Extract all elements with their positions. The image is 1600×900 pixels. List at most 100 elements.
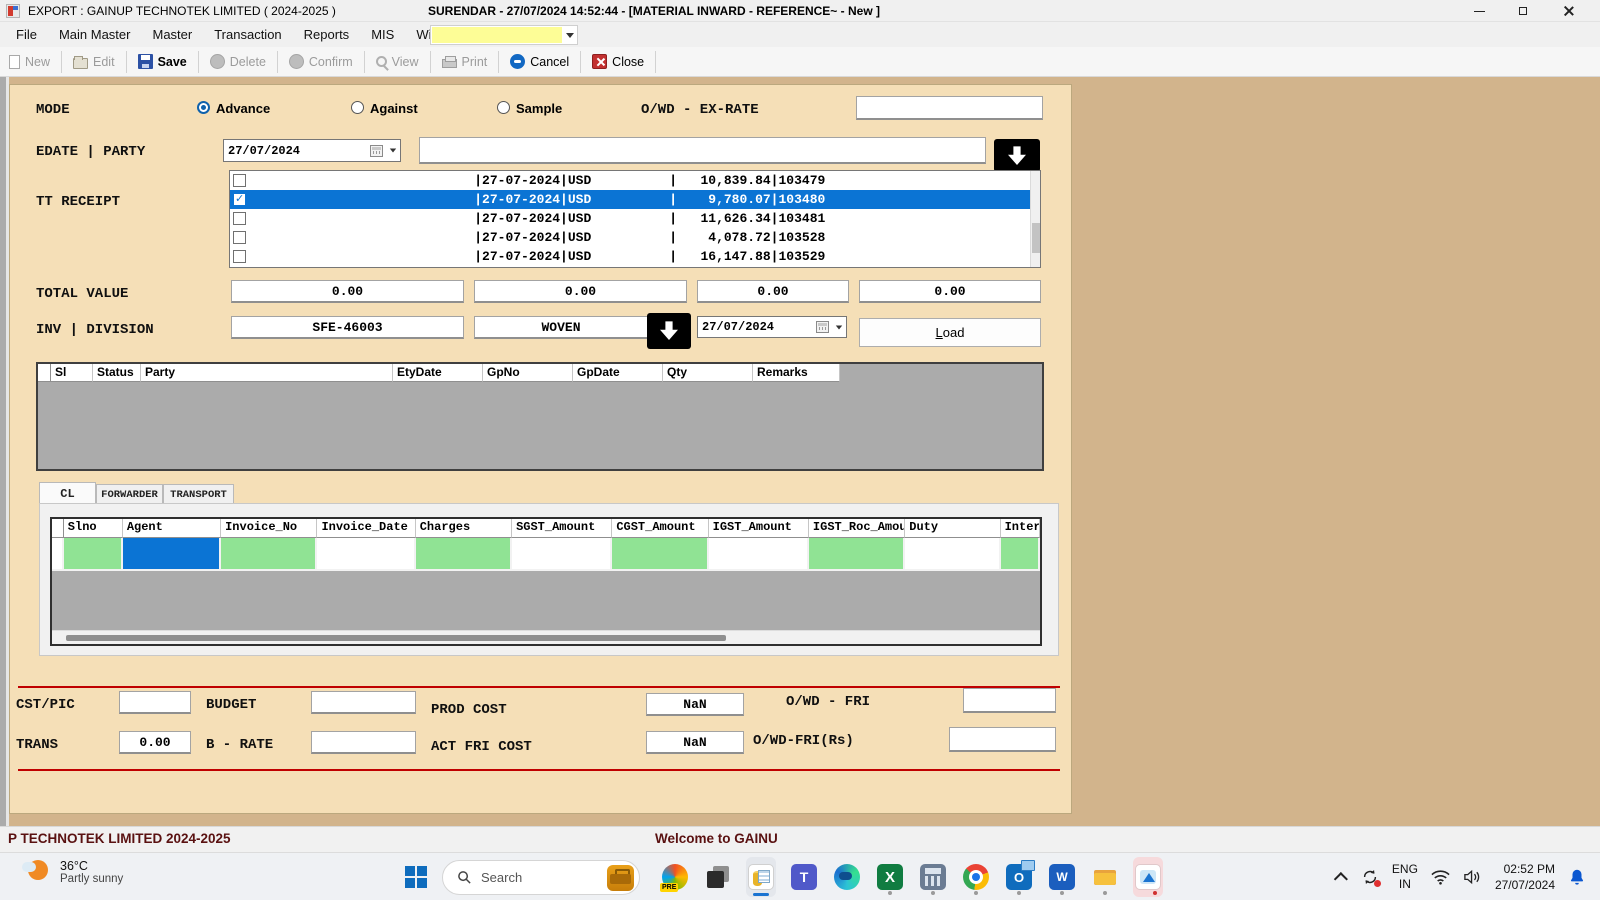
close-form-button[interactable]: Close <box>583 50 653 74</box>
col-qty[interactable]: Qty <box>663 364 753 382</box>
menu-transaction[interactable]: Transaction <box>203 22 292 47</box>
igst-cell[interactable] <box>709 538 809 571</box>
inv-date-dropdown-button[interactable] <box>832 317 846 337</box>
row-checkbox-checked[interactable] <box>233 193 246 206</box>
combo-dropdown-button[interactable] <box>563 26 577 44</box>
col-igst-roc[interactable]: IGST_Roc_Amou <box>809 519 905 538</box>
invoice-date-cell[interactable] <box>317 538 415 571</box>
tt-list-scrollbar[interactable] <box>1030 171 1040 267</box>
close-button[interactable] <box>1552 0 1586 22</box>
calculator-app[interactable] <box>918 857 948 897</box>
owd-exrate-input[interactable] <box>856 96 1043 120</box>
view-button[interactable]: View <box>367 50 428 74</box>
load-button[interactable]: Load <box>859 318 1041 347</box>
copilot-app[interactable]: PRE <box>660 857 690 897</box>
word-app[interactable] <box>1047 857 1077 897</box>
radio-against[interactable] <box>351 101 364 114</box>
inv-input[interactable]: SFE-46003 <box>231 316 464 339</box>
search-highlight-icon[interactable] <box>607 865 634 891</box>
budget-input[interactable] <box>311 691 416 714</box>
save-button[interactable]: Save <box>129 50 196 74</box>
col-sgst[interactable]: SGST_Amount <box>512 519 612 538</box>
clock[interactable]: 02:52 PM 27/07/2024 <box>1495 861 1555 893</box>
delete-button[interactable]: Delete <box>201 50 275 74</box>
menu-master[interactable]: Master <box>141 22 203 47</box>
cancel-button[interactable]: Cancel <box>501 50 578 74</box>
excel-app[interactable] <box>875 857 905 897</box>
charges-grid[interactable]: Slno Agent Invoice_No Invoice_Date Charg… <box>50 517 1042 646</box>
radio-against-label[interactable]: Against <box>370 101 418 116</box>
party-input[interactable] <box>419 137 986 164</box>
confirm-button[interactable]: Confirm <box>280 50 362 74</box>
erp-app-active[interactable] <box>746 857 776 897</box>
search-box[interactable]: Search <box>442 860 640 895</box>
row-checkbox[interactable] <box>233 174 246 187</box>
inv-date-picker[interactable]: 27/07/2024 <box>697 316 847 338</box>
col-remarks[interactable]: Remarks <box>753 364 840 382</box>
edate-dropdown-button[interactable] <box>386 140 400 161</box>
photos-app-active[interactable] <box>1133 857 1163 897</box>
inter-cell[interactable] <box>1001 538 1040 571</box>
tab-transport[interactable]: TRANSPORT <box>163 484 234 504</box>
agent-cell-selected[interactable] <box>123 538 221 571</box>
col-status[interactable]: Status <box>93 364 141 382</box>
tt-receipt-row[interactable]: |27-07-2024|USD | 16,147.88|103529 <box>230 247 1040 266</box>
tab-cl[interactable]: CL <box>39 482 96 504</box>
radio-sample-label[interactable]: Sample <box>516 101 562 116</box>
radio-advance[interactable] <box>197 101 210 114</box>
task-view-button[interactable] <box>703 857 733 897</box>
duty-cell[interactable] <box>905 538 1000 571</box>
notifications-button[interactable] <box>1568 868 1586 886</box>
owd-fri-rs-input[interactable] <box>949 727 1056 752</box>
col-etydate[interactable]: EtyDate <box>393 364 483 382</box>
col-slno[interactable]: Slno <box>64 519 123 538</box>
quick-search-combo[interactable] <box>430 25 578 45</box>
wifi-indicator[interactable] <box>1431 869 1450 885</box>
menu-file[interactable]: File <box>5 22 48 47</box>
edate-picker[interactable]: 27/07/2024 <box>223 139 401 162</box>
print-button[interactable]: Print <box>433 50 497 74</box>
tt-receipt-row-selected[interactable]: |27-07-2024|USD | 9,780.07|103480 <box>230 190 1040 209</box>
b-rate-input[interactable] <box>311 731 416 754</box>
tt-receipt-row[interactable]: |27-07-2024|USD | 4,078.72|103528 <box>230 228 1040 247</box>
division-input[interactable]: WOVEN <box>474 316 648 339</box>
teams-app[interactable] <box>789 857 819 897</box>
owd-fri-input[interactable] <box>963 688 1056 713</box>
menu-mis[interactable]: MIS <box>360 22 405 47</box>
col-invoice-no[interactable]: Invoice_No <box>221 519 317 538</box>
inv-fetch-button[interactable] <box>647 313 691 349</box>
edge-app[interactable] <box>832 857 862 897</box>
trans-input[interactable]: 0.00 <box>119 731 191 754</box>
col-party[interactable]: Party <box>141 364 393 382</box>
row-header-cell[interactable] <box>52 538 64 571</box>
outlook-app[interactable] <box>1004 857 1034 897</box>
charges-cell[interactable] <box>416 538 512 571</box>
charges-grid-hscrollbar[interactable] <box>52 630 1040 644</box>
scrollbar-thumb[interactable] <box>66 635 726 641</box>
sync-status[interactable] <box>1361 868 1379 886</box>
col-invoice-date[interactable]: Invoice_Date <box>317 519 415 538</box>
total-value-1-input[interactable]: 0.00 <box>231 280 464 303</box>
weather-widget[interactable]: 36°C Partly sunny <box>22 858 123 886</box>
restore-button[interactable] <box>1506 0 1540 22</box>
cst-pic-input[interactable] <box>119 691 191 714</box>
row-checkbox[interactable] <box>233 231 246 244</box>
col-gpno[interactable]: GpNo <box>483 364 573 382</box>
col-igst[interactable]: IGST_Amount <box>709 519 809 538</box>
col-cgst[interactable]: CGST_Amount <box>612 519 708 538</box>
prod-cost-value[interactable]: NaN <box>646 693 744 716</box>
row-checkbox[interactable] <box>233 212 246 225</box>
party-fetch-button[interactable] <box>994 139 1040 172</box>
tab-forwarder[interactable]: FORWARDER <box>96 484 163 504</box>
col-gpdate[interactable]: GpDate <box>573 364 663 382</box>
file-explorer-app[interactable] <box>1090 857 1120 897</box>
new-button[interactable]: New <box>0 50 59 74</box>
radio-sample[interactable] <box>497 101 510 114</box>
invoice-no-cell[interactable] <box>221 538 317 571</box>
tt-receipt-row[interactable]: |27-07-2024|USD | 10,839.84|103479 <box>230 171 1040 190</box>
sgst-cell[interactable] <box>512 538 612 571</box>
total-value-4-input[interactable]: 0.00 <box>859 280 1041 303</box>
language-indicator[interactable]: ENG IN <box>1392 862 1418 892</box>
col-duty[interactable]: Duty <box>905 519 1000 538</box>
row-checkbox[interactable] <box>233 250 246 263</box>
